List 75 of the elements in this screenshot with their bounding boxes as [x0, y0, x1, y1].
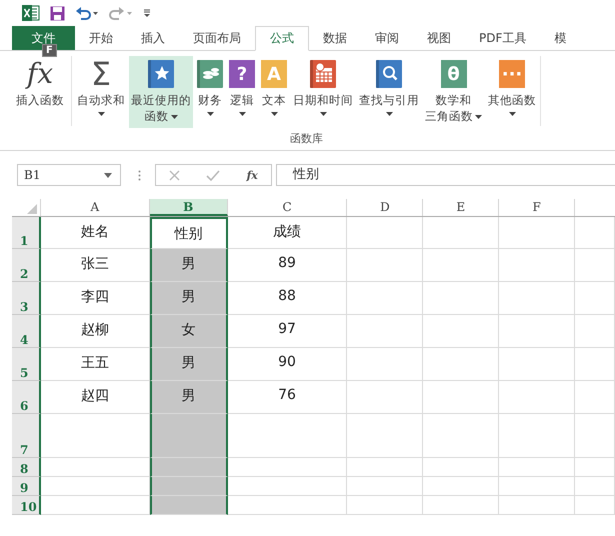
- row-header[interactable]: 8: [12, 458, 41, 477]
- keytip-badge: F: [42, 44, 57, 57]
- table-cell: 88: [228, 282, 348, 315]
- ribbon-tab[interactable]: 公式: [255, 26, 309, 51]
- table-cell: 97: [228, 315, 348, 348]
- row-header[interactable]: 6: [12, 381, 41, 414]
- table-cell: [575, 477, 615, 496]
- column-header[interactable]: F: [499, 199, 576, 216]
- table-cell: 成绩: [228, 217, 348, 249]
- row-header[interactable]: 1: [12, 217, 41, 249]
- ribbon-button[interactable]: 查找与引用: [357, 56, 421, 128]
- table-cell: 90: [228, 348, 348, 381]
- book-icon: A: [261, 60, 287, 88]
- ribbon-tab[interactable]: 审阅: [361, 26, 413, 50]
- ribbon-tab[interactable]: 模: [540, 26, 580, 50]
- ribbon-tab[interactable]: 开始: [75, 26, 127, 50]
- table-cell: [575, 458, 615, 477]
- table-cell: 女: [150, 315, 228, 348]
- ribbon-tab[interactable]: 页面布局: [179, 26, 255, 50]
- table-cell: [575, 249, 615, 282]
- ribbon-button[interactable]: A 文本: [259, 56, 289, 128]
- row-header[interactable]: 7: [12, 414, 41, 458]
- table-cell: 男: [150, 282, 228, 315]
- save-icon[interactable]: [50, 6, 65, 20]
- row-header[interactable]: 10: [12, 496, 41, 515]
- grip-icon: [138, 170, 141, 180]
- table-cell: [575, 414, 615, 458]
- redo-icon[interactable]: [109, 6, 133, 20]
- ribbon-tab[interactable]: 数据: [309, 26, 361, 50]
- row-header[interactable]: 2: [12, 249, 41, 282]
- column-header[interactable]: C: [228, 199, 348, 216]
- column-header[interactable]: B: [150, 199, 228, 216]
- ribbon-button[interactable]: 最近使用的 函数: [129, 56, 193, 128]
- table-cell: 男: [150, 249, 228, 282]
- table-cell: [575, 496, 615, 515]
- ribbon-button[interactable]: 财务: [195, 56, 225, 128]
- group-label: 函数库: [290, 131, 323, 146]
- dropdown-icon: [104, 172, 112, 178]
- excel-logo-icon: [22, 5, 40, 21]
- ribbon-tab[interactable]: 插入: [127, 26, 179, 50]
- ribbon-tab[interactable]: PDF工具: [465, 26, 540, 50]
- row-header[interactable]: 5: [12, 348, 41, 381]
- column-header[interactable]: D: [347, 199, 424, 216]
- table-cell: 76: [228, 381, 348, 414]
- row-header[interactable]: 9: [12, 477, 41, 496]
- book-icon: ···: [499, 60, 525, 88]
- table-cell: 男: [150, 348, 228, 381]
- book-icon: ?: [229, 60, 255, 88]
- insert-function-button[interactable]: fx: [246, 168, 258, 182]
- table-cell: [575, 315, 615, 348]
- table-cell: 男: [150, 381, 228, 414]
- ribbon-button[interactable]: Σ 自动求和: [75, 56, 127, 128]
- formula-input[interactable]: 性别: [276, 164, 615, 186]
- cancel-icon[interactable]: [169, 170, 180, 180]
- table-cell: [575, 381, 615, 414]
- check-icon[interactable]: [206, 170, 220, 180]
- ribbon-button[interactable]: 日期和时间: [291, 56, 355, 128]
- insert-function-button[interactable]: fx 插入函数: [0, 56, 68, 150]
- customize-menu-icon[interactable]: [143, 8, 151, 18]
- table-cell: 89: [228, 249, 348, 282]
- ribbon-tab[interactable]: 视图: [413, 26, 465, 50]
- select-all-icon[interactable]: [26, 204, 37, 214]
- row-header[interactable]: 4: [12, 315, 41, 348]
- table-cell: 性别: [150, 217, 228, 249]
- row-header[interactable]: 3: [12, 282, 41, 315]
- ribbon-button[interactable]: θ 数学和 三角函数: [423, 56, 484, 128]
- ribbon-button[interactable]: ? 逻辑: [227, 56, 257, 128]
- ribbon-button[interactable]: ··· 其他函数: [486, 56, 538, 128]
- column-header[interactable]: E: [423, 199, 500, 216]
- table-cell: [575, 282, 615, 315]
- undo-icon[interactable]: [75, 6, 99, 20]
- book-icon: θ: [440, 60, 466, 88]
- table-cell: [575, 348, 615, 381]
- table-cell: [575, 217, 615, 249]
- name-box[interactable]: B1: [17, 164, 121, 186]
